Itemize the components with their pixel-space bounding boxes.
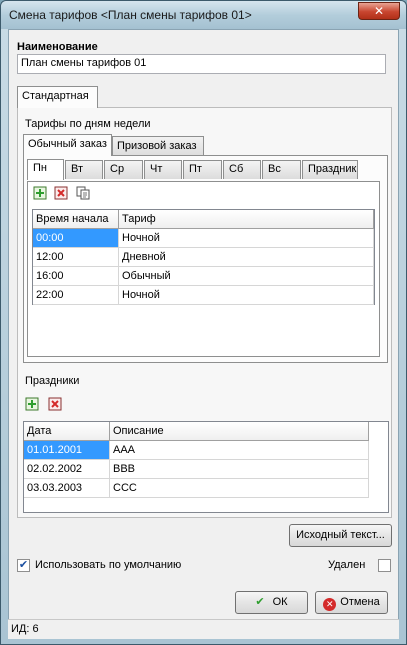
status-id: ИД: 6 [11, 623, 39, 635]
use-default-checkbox[interactable]: ✔ [17, 559, 30, 572]
tab-day-tue[interactable]: Вт [65, 160, 103, 179]
holiday-delete-icon[interactable] [48, 397, 62, 411]
weekday-tariffs-label: Тарифы по дням недели [25, 118, 151, 130]
date-cell[interactable]: 02.02.2002 [24, 460, 110, 479]
deleted-checkbox[interactable] [378, 559, 391, 572]
deleted-label: Удален [328, 559, 366, 571]
ok-check-icon: ✔ [255, 596, 265, 608]
table-row[interactable]: 22:00 Ночной [33, 286, 374, 305]
date-cell[interactable]: 03.03.2003 [24, 479, 110, 498]
add-icon[interactable] [33, 186, 47, 200]
date-cell[interactable]: 01.01.2001 [24, 441, 110, 460]
start-time-cell[interactable]: 16:00 [33, 267, 119, 286]
table-row[interactable]: 03.03.2003 CCC [24, 479, 369, 498]
cancel-button[interactable]: ✕ Отмена [315, 591, 388, 614]
start-time-cell[interactable]: 12:00 [33, 248, 119, 267]
tab-day-holiday[interactable]: Праздник [302, 160, 358, 179]
regular-order-panel: Пн Вт Ср Чт Пт Сб Вс Праздник Время нача… [23, 155, 388, 363]
start-time-cell[interactable]: 22:00 [33, 286, 119, 305]
standard-tab-panel: Тарифы по дням недели Обычный заказ Приз… [17, 107, 392, 518]
window-title: Смена тарифов <План смены тарифов 01> [9, 8, 252, 22]
tariff-cell[interactable]: Дневной [119, 248, 374, 267]
ok-button[interactable]: ✔ ОК [235, 591, 308, 614]
start-time-cell[interactable]: 00:00 [33, 229, 119, 248]
tab-day-sun[interactable]: Вс [262, 160, 301, 179]
col-tariff[interactable]: Тариф [119, 210, 374, 229]
dialog-client: Наименование План смены тарифов 01 Станд… [8, 29, 399, 635]
ok-label: ОК [272, 596, 288, 608]
table-row[interactable]: 02.02.2002 BBB [24, 460, 369, 479]
tab-regular-order[interactable]: Обычный заказ [23, 134, 112, 156]
holidays-table: Дата Описание 01.01.2001 AAA 02.02.2002 … [23, 421, 389, 513]
source-text-button[interactable]: Исходный текст... [289, 524, 392, 547]
cancel-icon: ✕ [323, 598, 337, 611]
status-bar: ИД: 6 [8, 619, 399, 639]
tab-standard[interactable]: Стандартная [17, 86, 98, 108]
close-button[interactable]: ✕ [358, 2, 400, 20]
col-description[interactable]: Описание [110, 422, 369, 441]
description-cell[interactable]: BBB [110, 460, 369, 479]
day-tabs: Пн Вт Ср Чт Пт Сб Вс Праздник [27, 159, 384, 182]
copy-icon[interactable] [76, 186, 90, 200]
tab-day-mon[interactable]: Пн [27, 159, 64, 180]
holidays-table-header: Дата Описание [24, 422, 369, 441]
schedule-table-header: Время начала Тариф [33, 210, 374, 229]
table-row[interactable]: 00:00 Ночной [33, 229, 374, 248]
tab-day-wed[interactable]: Ср [104, 160, 143, 179]
schedule-table: Время начала Тариф 00:00 Ночной 12:00 Дн… [32, 209, 375, 305]
tab-day-fri[interactable]: Пт [183, 160, 222, 179]
description-cell[interactable]: AAA [110, 441, 369, 460]
check-mark-icon: ✔ [18, 559, 29, 571]
tariff-cell[interactable]: Ночной [119, 229, 374, 248]
holidays-label: Праздники [25, 375, 80, 387]
tab-day-sat[interactable]: Сб [223, 160, 261, 179]
table-row[interactable]: 16:00 Обычный [33, 267, 374, 286]
holiday-add-icon[interactable] [25, 397, 39, 411]
dialog-window: Смена тарифов <План смены тарифов 01> ✕ … [0, 0, 407, 645]
cancel-label: Отмена [340, 596, 380, 608]
table-row[interactable]: 12:00 Дневной [33, 248, 374, 267]
col-start-time[interactable]: Время начала [33, 210, 119, 229]
col-date[interactable]: Дата [24, 422, 110, 441]
use-default-label: Использовать по умолчанию [35, 559, 182, 571]
delete-icon[interactable] [54, 186, 68, 200]
close-icon: ✕ [373, 4, 385, 18]
name-label: Наименование [17, 41, 98, 53]
table-row[interactable]: 01.01.2001 AAA [24, 441, 369, 460]
tab-prize-order[interactable]: Призовой заказ [112, 136, 204, 156]
tariff-cell[interactable]: Ночной [119, 286, 374, 305]
tariff-cell[interactable]: Обычный [119, 267, 374, 286]
monday-panel: Время начала Тариф 00:00 Ночной 12:00 Дн… [27, 181, 380, 357]
name-input[interactable]: План смены тарифов 01 [17, 54, 386, 74]
tab-day-thu[interactable]: Чт [144, 160, 182, 179]
description-cell[interactable]: CCC [110, 479, 369, 498]
title-bar[interactable]: Смена тарифов <План смены тарифов 01> ✕ [1, 1, 406, 29]
